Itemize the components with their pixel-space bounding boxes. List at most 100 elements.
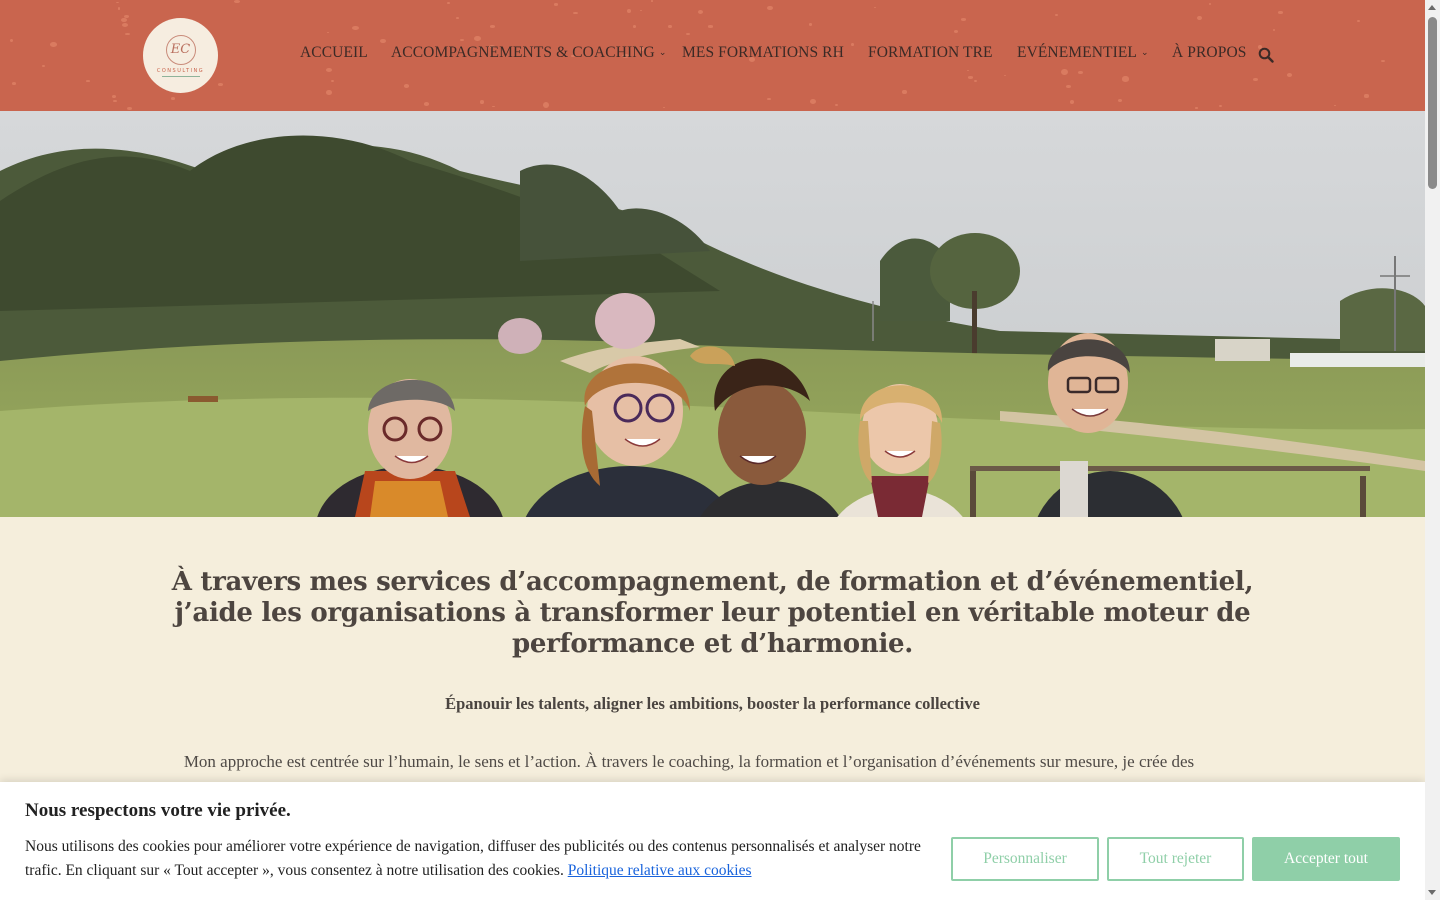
header-speck: [233, 0, 240, 3]
header-speck: [808, 23, 812, 26]
search-icon[interactable]: [1258, 47, 1274, 63]
header-speck: [1122, 76, 1129, 82]
header-speck: [850, 42, 855, 47]
header-speck: [86, 80, 90, 82]
header-speck: [1197, 15, 1203, 20]
header-speck: [330, 79, 334, 83]
header-speck: [11, 81, 17, 85]
scroll-down-arrow-icon[interactable]: [1428, 890, 1436, 895]
nav-item-formations-rh[interactable]: MES FORMATIONS RH: [682, 44, 844, 62]
nav-label: À PROPOS: [1172, 44, 1247, 61]
header-speck: [380, 38, 387, 44]
cookie-policy-link[interactable]: Politique relative aux cookies: [568, 862, 752, 879]
cookie-banner: Nous respectons votre vie privée. Nous u…: [0, 782, 1425, 900]
header-speck: [41, 64, 45, 67]
header-speck: [967, 76, 973, 79]
nav-item-accueil[interactable]: ACCUEIL: [300, 44, 368, 62]
intro-subtitle: Épanouir les talents, aligner les ambiti…: [445, 694, 980, 713]
page-scrollbar[interactable]: [1425, 0, 1440, 900]
cookie-title: Nous respectons votre vie privée.: [25, 800, 291, 821]
header-speck: [835, 104, 839, 107]
header-speck: [1065, 84, 1072, 88]
intro-headline: À travers mes services d’accompagnement,…: [171, 567, 1254, 659]
reject-all-button[interactable]: Tout rejeter: [1107, 837, 1244, 881]
header-speck: [632, 25, 636, 28]
header-speck: [352, 26, 359, 31]
header-speck: [1272, 28, 1276, 31]
header-speck: [1278, 11, 1283, 15]
header-speck: [697, 10, 703, 14]
header-speck: [117, 7, 121, 10]
header-speck: [626, 9, 631, 14]
header-speck: [1195, 107, 1198, 109]
nav-label: MES FORMATIONS RH: [682, 44, 844, 61]
header-speck: [122, 22, 129, 27]
site-header: EC CONSULTING ACCUEIL ACCOMPAGNEMENTS & …: [0, 0, 1425, 111]
header-speck: [126, 106, 132, 111]
nav-item-accompagnements[interactable]: ACCOMPAGNEMENTS & COACHING ⌄: [391, 44, 667, 62]
nav-label: FORMATION TRE: [868, 44, 993, 61]
header-speck: [125, 32, 131, 36]
header-speck: [1364, 94, 1369, 98]
header-speck: [9, 38, 14, 43]
logo-underline: [161, 75, 200, 77]
header-speck: [459, 38, 465, 41]
header-speck: [553, 3, 558, 6]
header-speck: [1208, 3, 1212, 6]
header-speck: [489, 25, 495, 28]
site-logo[interactable]: EC CONSULTING: [143, 18, 218, 93]
header-speck: [767, 5, 774, 11]
header-speck: [424, 102, 430, 106]
chevron-down-icon: ⌄: [658, 47, 667, 57]
header-speck: [542, 102, 550, 109]
nav-item-evenementiel[interactable]: EVÉNEMENTIEL ⌄: [1017, 44, 1149, 62]
header-speck: [707, 25, 714, 28]
header-speck: [49, 42, 57, 47]
intro-body: Mon approche est centrée sur l’humain, l…: [183, 752, 1195, 771]
header-speck: [639, 9, 643, 12]
header-speck: [492, 105, 495, 107]
header-speck: [326, 67, 333, 72]
header-speck: [1117, 98, 1123, 103]
header-speck: [111, 94, 116, 98]
header-speck: [766, 97, 771, 101]
header-speck: [473, 36, 481, 42]
header-speck: [403, 84, 409, 88]
header-speck: [1218, 104, 1223, 108]
header-speck: [120, 17, 128, 23]
header-speck: [663, 106, 666, 109]
header-speck: [447, 2, 451, 5]
header-speck: [1004, 75, 1007, 77]
header-speck: [113, 100, 117, 103]
header-speck: [961, 18, 967, 21]
header-speck: [809, 98, 816, 104]
header-speck: [1357, 20, 1360, 23]
header-speck: [218, 83, 223, 87]
logo-monogram: EC: [165, 34, 196, 65]
header-speck: [954, 30, 959, 34]
nav-item-formation-tre[interactable]: FORMATION TRE: [868, 44, 993, 62]
header-speck: [170, 97, 176, 101]
customize-button[interactable]: Personnaliser: [951, 837, 1099, 881]
header-speck: [1061, 69, 1068, 76]
header-speck: [651, 0, 654, 2]
header-speck: [973, 79, 978, 82]
header-speck: [572, 11, 578, 15]
header-speck: [1333, 104, 1337, 106]
header-speck: [966, 69, 970, 72]
cookie-description: Nous utilisons des cookies pour améliore…: [25, 838, 921, 879]
accept-all-button[interactable]: Accepter tout: [1252, 837, 1400, 881]
header-speck: [116, 2, 119, 4]
header-speck: [326, 89, 332, 95]
header-speck: [1077, 70, 1083, 74]
nav-item-a-propos[interactable]: À PROPOS: [1172, 44, 1246, 62]
nav-label: ACCOMPAGNEMENTS & COACHING: [391, 44, 655, 61]
header-speck: [1070, 99, 1075, 104]
hero-image: [0, 111, 1425, 517]
scroll-thumb[interactable]: [1428, 17, 1437, 189]
scroll-up-arrow-icon[interactable]: [1428, 5, 1436, 10]
logo-text: CONSULTING: [156, 67, 205, 74]
header-speck: [901, 89, 907, 95]
header-speck: [668, 25, 672, 29]
nav-label: EVÉNEMENTIEL: [1017, 44, 1138, 61]
